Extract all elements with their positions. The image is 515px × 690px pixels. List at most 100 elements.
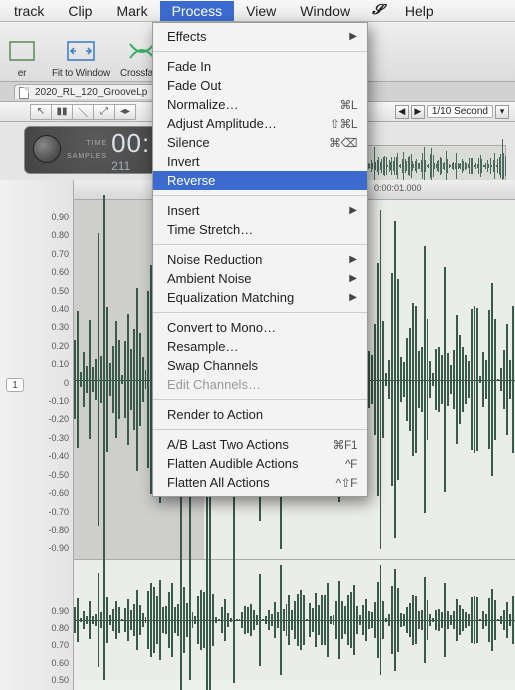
menu-process[interactable]: Process	[160, 1, 235, 21]
menu-bar: track Clip Mark Process View Window 𝓢 He…	[0, 0, 515, 22]
menu-item-label: Adjust Amplitude…	[167, 116, 330, 131]
menu-item-label: Invert	[167, 154, 357, 169]
submenu-arrow-icon: ▶	[349, 254, 357, 265]
menu-item-adjust-amplitude[interactable]: Adjust Amplitude…⇧⌘L	[153, 114, 367, 133]
axis-tick: -0.20	[48, 410, 69, 428]
menu-item-invert[interactable]: Invert	[153, 152, 367, 171]
axis-tick: 0	[48, 374, 69, 392]
document-icon	[19, 87, 29, 99]
menu-shortcut: ⌘⌫	[329, 136, 357, 150]
axis-tick: 0.90	[51, 603, 69, 620]
menu-item-label: Silence	[167, 135, 329, 150]
menu-item-effects[interactable]: Effects▶	[153, 27, 367, 46]
time-unit-dropdown[interactable]: ▾	[495, 105, 509, 119]
axis-tick: 0.60	[51, 655, 69, 672]
time-unit-next[interactable]: ▶	[411, 105, 425, 119]
axis-tick: -0.40	[48, 447, 69, 465]
draw-tool[interactable]: ＼	[72, 104, 94, 120]
menu-mark[interactable]: Mark	[104, 1, 159, 21]
menu-item-swap-channels[interactable]: Swap Channels	[153, 356, 367, 375]
menu-item-label: Reverse	[167, 173, 357, 188]
menu-item-equalization-matching[interactable]: Equalization Matching▶	[153, 288, 367, 307]
menu-item-a-b-last-two-actions[interactable]: A/B Last Two Actions⌘F1	[153, 435, 367, 454]
menu-item-edit-channels: Edit Channels…	[153, 375, 367, 394]
axis-tick: 0.30	[48, 318, 69, 336]
menu-item-noise-reduction[interactable]: Noise Reduction▶	[153, 250, 367, 269]
time-value: 00:	[111, 128, 150, 159]
process-menu: Effects▶Fade InFade OutNormalize…⌘LAdjus…	[152, 22, 368, 497]
fit-to-window-button[interactable]: Fit to Window	[52, 37, 110, 79]
menu-window[interactable]: Window	[288, 1, 362, 21]
menu-item-label: Equalization Matching	[167, 290, 349, 305]
menu-help[interactable]: Help	[393, 1, 446, 21]
amplitude-gutter: 0.900.800.700.600.500.400.300.200.100-0.…	[0, 180, 74, 690]
time-unit-prev[interactable]: ◀	[395, 105, 409, 119]
axis-tick: 0.80	[51, 620, 69, 637]
axis-tick: -0.80	[48, 521, 69, 539]
samples-value: 211	[111, 159, 150, 173]
time-unit-label[interactable]: 1/10 Second	[427, 105, 493, 118]
scrub-tool[interactable]: ◂▸	[114, 104, 136, 120]
menu-item-flatten-all-actions[interactable]: Flatten All Actions^⇧F	[153, 473, 367, 492]
menu-clip[interactable]: Clip	[56, 1, 104, 21]
axis-tick: -0.10	[48, 392, 69, 410]
menu-item-normalize[interactable]: Normalize…⌘L	[153, 95, 367, 114]
menu-item-label: Time Stretch…	[167, 222, 357, 237]
menu-item-label: Swap Channels	[167, 358, 357, 373]
axis-tick: 0.80	[48, 226, 69, 244]
tool-unknown-left[interactable]: er	[2, 37, 42, 79]
menu-item-label: Normalize…	[167, 97, 339, 112]
menu-item-label: Flatten All Actions	[167, 475, 335, 490]
menu-item-label: Resample…	[167, 339, 357, 354]
submenu-arrow-icon: ▶	[349, 205, 357, 216]
menu-item-insert[interactable]: Insert▶	[153, 201, 367, 220]
menu-item-time-stretch[interactable]: Time Stretch…	[153, 220, 367, 239]
script-menu-icon[interactable]: 𝓢	[362, 1, 393, 21]
menu-item-label: A/B Last Two Actions	[167, 437, 332, 452]
counter-indicator	[33, 135, 61, 163]
zoom-tool[interactable]: ⤢	[93, 104, 115, 120]
menu-item-render-to-action[interactable]: Render to Action	[153, 405, 367, 424]
axis-tick: 0.10	[48, 355, 69, 373]
menu-item-fade-in[interactable]: Fade In	[153, 57, 367, 76]
range-tool[interactable]: ▮▮	[51, 104, 73, 120]
menu-item-label: Ambient Noise	[167, 271, 349, 286]
menu-item-resample[interactable]: Resample…	[153, 337, 367, 356]
menu-shortcut: ^⇧F	[335, 476, 357, 490]
menu-shortcut: ⇧⌘L	[330, 117, 357, 131]
menu-item-label: Effects	[167, 29, 349, 44]
menu-item-ambient-noise[interactable]: Ambient Noise▶	[153, 269, 367, 288]
track-2-waveform[interactable]	[74, 560, 515, 680]
menu-shortcut: ⌘F1	[332, 438, 357, 452]
menu-view[interactable]: View	[234, 1, 288, 21]
menu-item-convert-to-mono[interactable]: Convert to Mono…	[153, 318, 367, 337]
menu-track[interactable]: track	[2, 1, 56, 21]
axis-tick: 0.40	[48, 300, 69, 318]
axis-tick: -0.70	[48, 503, 69, 521]
ruler-tick: 0:00:01.000	[374, 183, 422, 193]
menu-item-label: Convert to Mono…	[167, 320, 357, 335]
axis-tick: -0.30	[48, 429, 69, 447]
document-tab[interactable]: 2020_RL_120_GrooveLp	[14, 84, 156, 99]
axis-tick: 0.70	[48, 245, 69, 263]
pointer-tool[interactable]: ↖	[30, 104, 52, 120]
time-unit-stepper: ◀ ▶ 1/10 Second ▾	[395, 105, 515, 119]
axis-tick: 0.60	[48, 263, 69, 281]
track-number-badge[interactable]: 1	[6, 378, 24, 392]
samples-label: SAMPLES	[67, 153, 107, 160]
submenu-arrow-icon: ▶	[349, 31, 357, 42]
menu-item-silence[interactable]: Silence⌘⌫	[153, 133, 367, 152]
axis-tick: 0.70	[51, 637, 69, 654]
menu-item-label: Edit Channels…	[167, 377, 357, 392]
menu-item-label: Flatten Audible Actions	[167, 456, 345, 471]
menu-item-reverse[interactable]: Reverse	[153, 171, 367, 190]
document-filename: 2020_RL_120_GrooveLp	[35, 87, 147, 98]
axis-tick: 0.20	[48, 337, 69, 355]
menu-item-label: Fade Out	[167, 78, 357, 93]
fit-window-label: Fit to Window	[52, 68, 110, 79]
menu-item-flatten-audible-actions[interactable]: Flatten Audible Actions^F	[153, 454, 367, 473]
menu-shortcut: ⌘L	[339, 98, 357, 112]
menu-item-fade-out[interactable]: Fade Out	[153, 76, 367, 95]
submenu-arrow-icon: ▶	[349, 273, 357, 284]
axis-tick: 0.90	[48, 208, 69, 226]
